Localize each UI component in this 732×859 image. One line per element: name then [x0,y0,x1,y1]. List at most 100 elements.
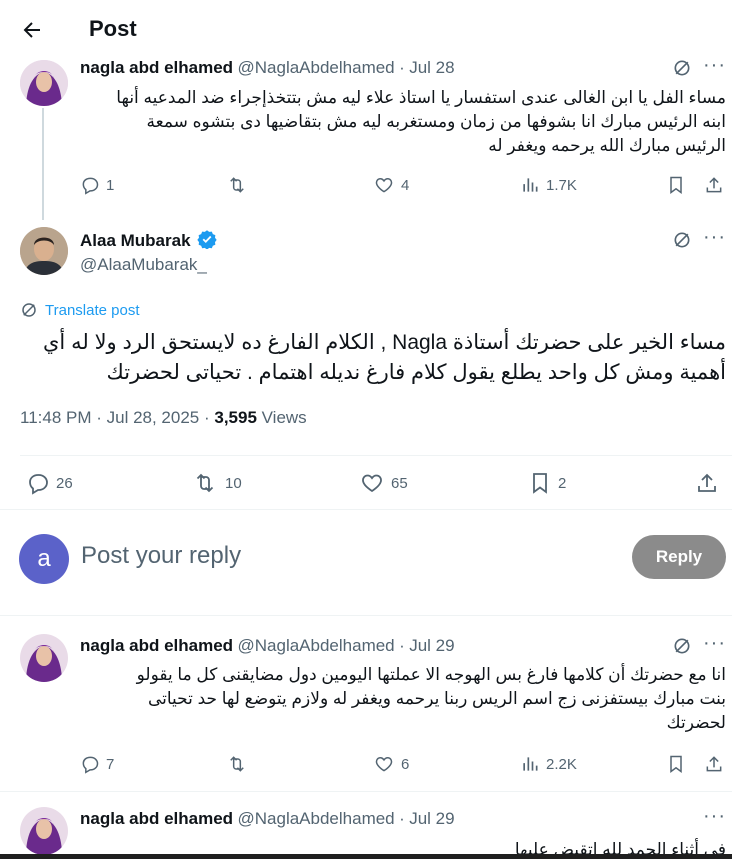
author-handle[interactable]: @NaglaAbdelhamed [238,636,395,655]
author-handle[interactable]: @NaglaAbdelhamed [238,58,395,77]
reply-input[interactable]: Post your reply [81,542,241,570]
grok-icon[interactable] [672,230,692,250]
share-icon[interactable] [695,471,719,495]
views-label: Views [256,408,307,427]
text-line: ابنه الرئيس مبارك انا بشوفها من زمان ومس… [146,112,726,131]
repost-action[interactable]: 10 [191,471,242,495]
more-options-icon[interactable]: ··· [703,54,726,77]
tweet-date[interactable]: Jul 28 [409,58,454,77]
reply-icon [29,474,48,495]
avatar[interactable] [20,634,68,682]
text-line: أهمية ومش كل واحد يطلع يقول كلام فارغ ند… [106,361,726,384]
page-title: Post [89,16,137,41]
repost-action[interactable] [226,175,248,195]
divider [0,509,732,510]
reply-icon [82,177,99,195]
avatar[interactable] [20,227,68,275]
repost-icon [230,177,244,193]
bookmark-icon[interactable] [666,175,686,195]
reply-action[interactable]: 26 [26,471,73,495]
repost-icon [230,756,244,772]
grok-icon[interactable] [672,58,692,78]
divider [0,615,732,616]
translate-post[interactable]: Translate post [20,301,140,319]
header: Post [0,0,732,60]
avatar-letter: a [37,545,51,572]
reply-count: 26 [56,474,73,492]
share-icon[interactable] [704,754,724,774]
views-count: 1.7K [546,176,577,194]
like-action[interactable]: 6 [373,754,409,774]
bookmark-icon[interactable] [666,754,686,774]
more-options-icon[interactable]: ··· [703,226,726,249]
tweet-header: nagla abd elhamed @NaglaAbdelhamed · Jul… [80,58,455,78]
text-line: مساء الخير على حضرتك أستاذة Nagla , الكل… [42,331,726,354]
back-arrow-icon[interactable] [20,18,44,42]
reply-button[interactable]: Reply [632,535,726,579]
tweet-meta: 11:48 PM · Jul 28, 2025 · 3,595 Views [20,408,307,428]
tweet-date[interactable]: Jul 29 [409,809,454,828]
text-line: بنت مبارك بيستفزنى زج اسم الريس ربنا يرح… [147,689,726,708]
bottom-edge [0,854,732,859]
grok-icon[interactable] [672,636,692,656]
divider [20,455,732,456]
author-name[interactable]: nagla abd elhamed [80,809,233,828]
views-count: 3,595 [214,408,257,427]
reply-action[interactable]: 1 [80,175,114,195]
parent-tweet[interactable]: nagla abd elhamed @NaglaAbdelhamed · Jul… [0,54,732,220]
author-name[interactable]: Alaa Mubarak [80,231,191,250]
reply-count: 1 [106,176,115,194]
more-options-icon[interactable]: ··· [703,805,726,828]
repost-count: 10 [225,474,242,492]
more-options-icon[interactable]: ··· [703,632,726,655]
tweet-header: nagla abd elhamed @NaglaAbdelhamed · Jul… [80,636,455,656]
reply-icon [82,756,99,774]
analytics-icon [523,178,538,192]
share-icon[interactable] [704,175,724,195]
reply-composer: a Post your reply Reply [0,520,732,616]
author-name[interactable]: nagla abd elhamed [80,58,233,77]
main-tweet: Alaa Mubarak @AlaaMubarak_ ··· Translate… [0,220,732,520]
repost-icon [196,473,214,493]
bookmark-action[interactable]: 2 [528,471,566,495]
like-action[interactable]: 4 [373,175,409,195]
tweet-text: انا مع حضرتك أن كلامها فارغ بس الهوجه ال… [80,663,726,735]
timestamp[interactable]: 11:48 PM · Jul 28, 2025 · [20,408,214,427]
reply-tweet[interactable]: nagla abd elhamed @NaglaAbdelhamed · Jul… [0,617,732,792]
translate-link[interactable]: Translate post [45,302,140,319]
text-line: انا مع حضرتك أن كلامها فارغ بس الهوجه ال… [136,665,726,684]
text-line: مساء الفل يا ابن الغالى عندى استفسار يا … [116,88,726,107]
tweet-header: nagla abd elhamed @NaglaAbdelhamed · Jul… [80,809,455,829]
bookmark-count: 2 [558,474,567,492]
repost-action[interactable] [226,754,248,774]
reply-count: 7 [106,755,115,773]
views-action[interactable]: 2.2K [520,754,577,774]
reply-action[interactable]: 7 [80,754,114,774]
author-block[interactable]: Alaa Mubarak @AlaaMubarak_ [80,229,217,275]
heart-icon [375,177,393,193]
verified-badge-icon [197,229,217,249]
tweet-date[interactable]: Jul 29 [409,636,454,655]
analytics-icon [523,757,538,771]
text-line: لحضرتك [666,713,726,732]
like-count: 4 [401,176,410,194]
views-action[interactable]: 1.7K [520,175,577,195]
author-name[interactable]: nagla abd elhamed [80,636,233,655]
bookmark-icon [533,473,547,494]
tweet-text: مساء الخير على حضرتك أستاذة Nagla , الكل… [14,328,726,388]
heart-icon [375,756,393,772]
thread-line [42,108,44,220]
separator-dot: · [399,58,405,77]
separator-dot: · [399,636,405,655]
views-count: 2.2K [546,755,577,773]
avatar[interactable] [20,807,68,855]
like-action[interactable]: 65 [359,471,408,495]
reply-tweet[interactable]: nagla abd elhamed @NaglaAbdelhamed · Jul… [0,792,732,859]
like-count: 65 [391,474,408,492]
translate-icon [22,303,36,317]
separator-dot: · [399,809,405,828]
author-handle[interactable]: @NaglaAbdelhamed [238,809,395,828]
avatar[interactable] [20,60,68,106]
like-count: 6 [401,755,410,773]
author-handle[interactable]: @AlaaMubarak_ [80,255,217,275]
